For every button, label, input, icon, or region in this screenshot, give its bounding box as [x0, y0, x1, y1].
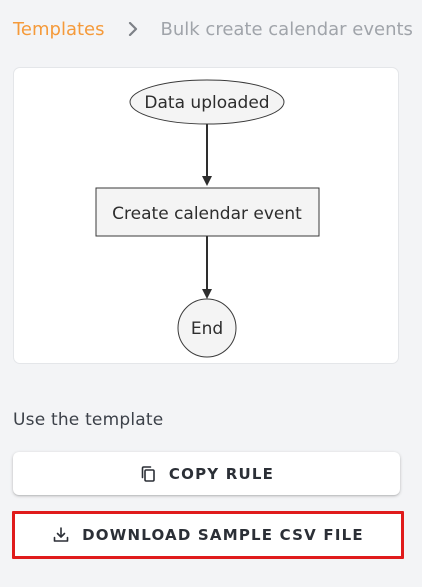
- flow-diagram: Data uploaded Create calendar event End: [95, 79, 320, 358]
- copy-rule-label: COPY RULE: [168, 464, 275, 483]
- flow-node-data-uploaded: Data uploaded: [129, 79, 285, 125]
- copy-icon: [139, 465, 157, 483]
- flow-node-create-calendar-event: Create calendar event: [95, 187, 320, 237]
- breadcrumb: Templates Bulk create calendar events: [13, 16, 413, 42]
- flow-node-end: End: [177, 298, 237, 358]
- flow-node-label: Data uploaded: [144, 93, 269, 113]
- page: Templates Bulk create calendar events Da…: [0, 0, 422, 587]
- download-icon: [52, 526, 70, 544]
- breadcrumb-templates-link[interactable]: Templates: [13, 19, 105, 40]
- copy-rule-button[interactable]: COPY RULE: [13, 452, 400, 495]
- use-template-heading: Use the template: [13, 410, 164, 430]
- flow-diagram-card: Data uploaded Create calendar event End: [13, 67, 399, 364]
- breadcrumb-current: Bulk create calendar events: [160, 18, 413, 40]
- download-sample-csv-button[interactable]: DOWNLOAD SAMPLE CSV FILE: [12, 511, 404, 559]
- flow-node-label: Create calendar event: [112, 204, 302, 224]
- flow-node-label: End: [191, 319, 223, 339]
- chevron-right-icon: [127, 22, 139, 36]
- download-sample-csv-label: DOWNLOAD SAMPLE CSV FILE: [82, 526, 364, 544]
